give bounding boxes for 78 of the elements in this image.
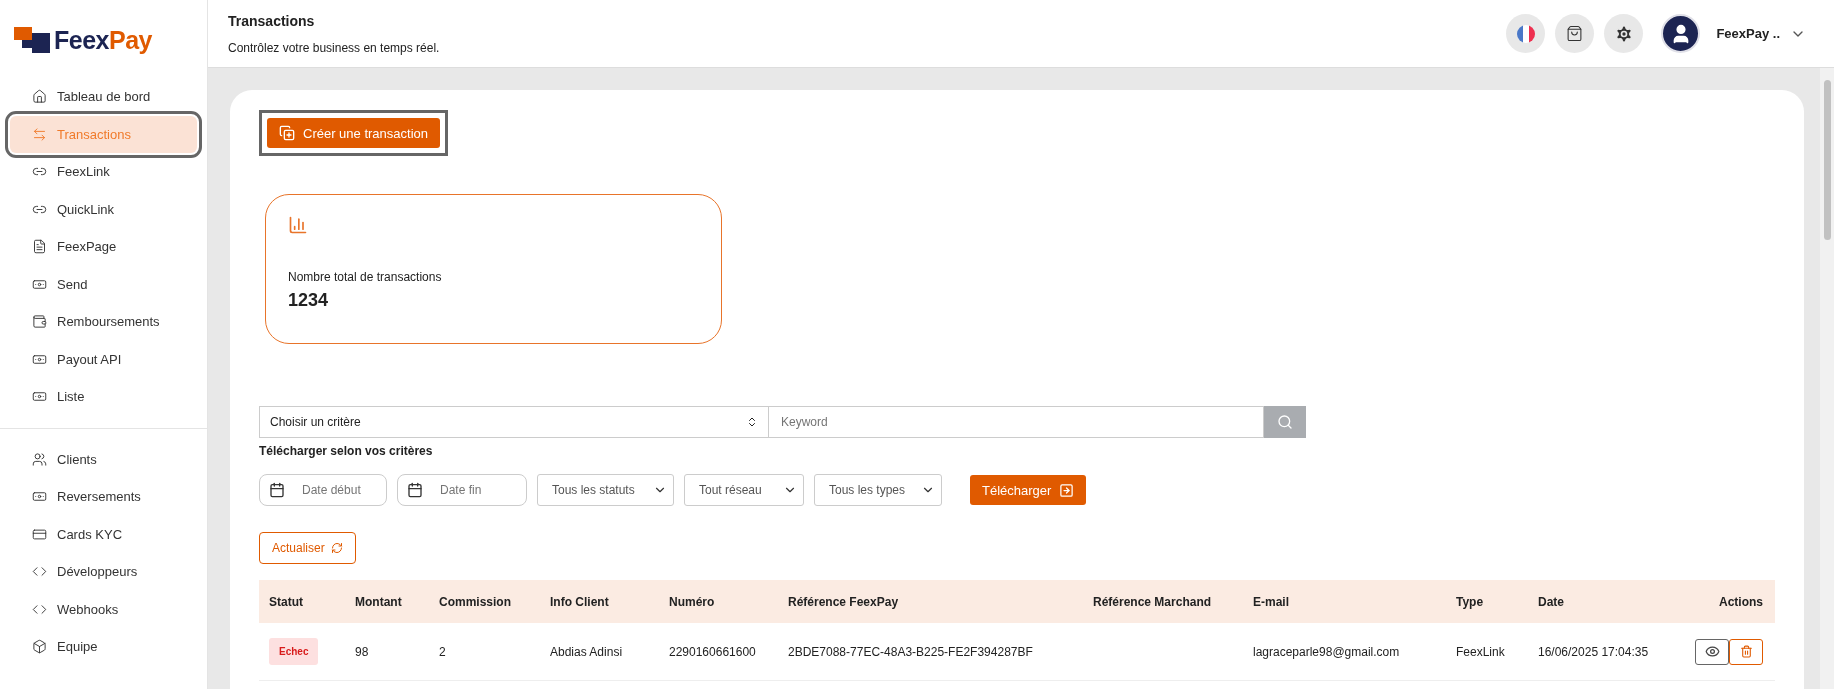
bar-chart-icon (288, 215, 308, 235)
status-badge: Echec (269, 638, 319, 665)
sidebar-item[interactable]: Send (10, 265, 197, 303)
column-header: Actions (1668, 580, 1775, 623)
table-cell: lagraceparle98@gmail.com (1243, 623, 1446, 681)
refresh-icon (330, 542, 343, 554)
search-icon (1277, 414, 1293, 430)
avatar[interactable] (1661, 14, 1701, 53)
sidebar-item[interactable]: Clients (10, 440, 197, 478)
column-header: Info Client (540, 580, 659, 623)
sidebar-item[interactable]: Payout API (10, 340, 197, 378)
section-heading: Télécharger selon vos critères (259, 444, 434, 458)
sidebar-item[interactable]: Remboursements (10, 303, 197, 341)
table-cell: 2 (429, 623, 540, 681)
column-header: Statut (259, 580, 345, 623)
page-title: Transactions (228, 12, 316, 29)
create-transaction-button[interactable]: Créer une transaction (267, 118, 440, 148)
table-cell: FeexLink (1446, 623, 1528, 681)
bag-icon (1566, 25, 1584, 42)
plus-icon (279, 125, 295, 141)
sort-arrows-icon (746, 416, 758, 428)
column-header: E-mail (1243, 580, 1446, 623)
table-cell: 2290160661600 (659, 623, 778, 681)
eye-icon (1704, 644, 1720, 659)
date-field[interactable]: Date début (259, 474, 387, 506)
arrow-right-icon (1059, 482, 1075, 498)
language-button[interactable] (1506, 14, 1546, 53)
filter-select[interactable]: Tous les types (814, 474, 942, 506)
column-header: Type (1446, 580, 1528, 623)
column-header: Numéro (659, 580, 778, 623)
keyword-field[interactable]: Keyword (769, 406, 1264, 438)
calendar-icon (407, 482, 423, 498)
refresh-button[interactable]: Actualiser (259, 532, 356, 564)
sidebar-item[interactable]: Webhooks (10, 590, 197, 628)
users-icon (32, 451, 47, 467)
sidebar-item[interactable]: Tableau de bord (10, 78, 197, 116)
column-header: Référence FeexPay (778, 580, 1083, 623)
sidebar-item[interactable]: FeexPage (10, 228, 197, 266)
arrows-icon (32, 126, 47, 142)
sidebar-item[interactable]: FeexLink (10, 153, 197, 191)
filter-select[interactable]: Tout réseau (684, 474, 804, 506)
stat-label: Nombre total de transactions (288, 270, 443, 284)
user-name[interactable]: FeexPay .. (1716, 26, 1780, 41)
house-icon (32, 89, 47, 105)
sidebar-item[interactable]: Equipe (10, 628, 197, 666)
criteria-select[interactable]: Choisir un critère (259, 406, 769, 438)
page-subtitle: Contrôlez votre business en temps réel. (228, 40, 440, 55)
calendar-icon (269, 482, 285, 498)
settings-button[interactable] (1604, 14, 1644, 53)
table-cell: 2BDE7088-77EC-48A3-B225-FE2F394287BF (778, 623, 1083, 681)
stat-value: 1234 (288, 290, 330, 311)
download-button[interactable]: Télécharger (970, 475, 1087, 505)
sidebar-item[interactable]: Développeurs (10, 553, 197, 591)
cube-icon (32, 639, 47, 655)
card-icon (32, 526, 47, 542)
table-cell: 16/06/2025 17:04:35 (1528, 623, 1668, 681)
trash-icon (1739, 645, 1753, 658)
flag-icon (1516, 24, 1535, 43)
wallet-icon (32, 314, 47, 330)
bag-button[interactable] (1555, 14, 1595, 53)
logo-text: FeexPay (54, 25, 152, 55)
document-icon (32, 239, 47, 255)
column-header: Référence Marchand (1083, 580, 1243, 623)
table-cell: Abdias Adinsi (540, 623, 659, 681)
table-cell: 98 (345, 623, 429, 681)
view-button[interactable] (1695, 638, 1729, 665)
sidebar-item[interactable]: Reversements (10, 478, 197, 516)
delete-button[interactable] (1729, 638, 1763, 665)
sidebar-item[interactable]: Cards KYC (10, 515, 197, 553)
scrollbar-thumb[interactable] (1823, 80, 1831, 240)
column-header: Date (1528, 580, 1668, 623)
sidebar-item[interactable]: Liste (10, 378, 197, 416)
filter-select[interactable]: Tous les statuts (537, 474, 674, 506)
column-header: Commission (429, 580, 540, 623)
sidebar-item[interactable]: QuickLink (10, 190, 197, 228)
logo-icon (14, 27, 50, 53)
date-field[interactable]: Date fin (397, 474, 527, 506)
column-header: Montant (345, 580, 429, 623)
